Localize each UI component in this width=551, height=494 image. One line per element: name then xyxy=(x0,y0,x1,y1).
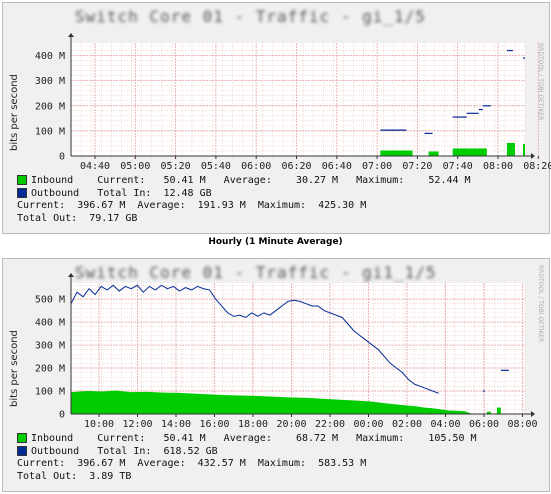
inbound-bar xyxy=(380,150,413,156)
x-tick-label: 04:40 xyxy=(80,161,110,172)
outbound-average: 191.93 M xyxy=(197,200,246,211)
legend-1: Inbound Current: 50.41 M Average: 30.27 … xyxy=(17,175,471,224)
x-tick-label: 06:40 xyxy=(322,161,352,172)
legend-inbound-label: Inbound xyxy=(31,175,74,186)
y-tick-label: 100 M xyxy=(35,126,65,137)
y-axis-arrow xyxy=(68,273,74,277)
outbound-maximum: 583.53 M xyxy=(318,458,367,469)
y-tick-label: 400 M xyxy=(35,51,65,62)
outbound-current: 396.67 M xyxy=(77,458,126,469)
outbound-total-in: 618.52 GB xyxy=(163,445,218,457)
legend-outbound-label: Outbound xyxy=(31,445,80,457)
inbound-swatch xyxy=(17,175,27,185)
x-tick-label: 12:00 xyxy=(122,419,152,430)
outbound-maximum: 425.30 M xyxy=(318,200,367,211)
y-tick-label: 300 M xyxy=(35,341,65,352)
y-tick-label: 100 M xyxy=(35,387,65,398)
x-tick-label: 06:20 xyxy=(281,161,311,172)
plot-area xyxy=(71,43,525,156)
inbound-bar xyxy=(452,148,487,156)
x-tick-label: 07:20 xyxy=(402,161,432,172)
legend-2: Inbound Current: 50.41 M Average: 68.72 … xyxy=(17,433,477,482)
y-axis-arrow xyxy=(68,33,74,37)
legend-inbound-label: Inbound xyxy=(31,433,74,444)
outbound-swatch xyxy=(17,187,27,198)
x-tick-label: 18:00 xyxy=(238,419,268,430)
x-tick-label: 14:00 xyxy=(161,419,191,430)
x-tick-label: 05:00 xyxy=(120,161,150,172)
total-out: 79.17 GB xyxy=(89,212,138,224)
chart-caption: Hourly (1 Minute Average) xyxy=(208,237,343,247)
chart-panel-hourly: Switch Core 01 - Traffic - gi_1/5 bits p… xyxy=(2,2,551,234)
x-tick-label: 10:00 xyxy=(84,419,114,430)
x-tick-label: 07:40 xyxy=(443,161,473,172)
x-axis-arrow xyxy=(531,153,535,159)
inbound-bar xyxy=(496,407,501,414)
outbound-average: 432.57 M xyxy=(197,458,246,469)
inbound-bar xyxy=(428,151,439,156)
y-tick-label: 500 M xyxy=(35,295,65,306)
inbound-average: 30.27 M xyxy=(295,175,339,186)
x-tick-label: 20:00 xyxy=(276,419,306,430)
x-tick-label: 00:00 xyxy=(353,419,383,430)
y-tick-label: 400 M xyxy=(35,318,65,329)
legend-outbound-label: Outbound xyxy=(31,187,80,199)
inbound-maximum: 52.44 M xyxy=(428,175,471,186)
x-tick-label: 16:00 xyxy=(199,419,229,430)
x-tick-label: 07:00 xyxy=(362,161,392,172)
y-tick-label: 0 xyxy=(59,152,65,163)
y-tick-label: 200 M xyxy=(35,101,65,112)
inbound-maximum: 105.50 M xyxy=(428,433,477,444)
outbound-current: 396.67 M xyxy=(77,200,126,211)
x-tick-label: 08:20 xyxy=(523,161,551,172)
x-tick-label: 22:00 xyxy=(315,419,345,430)
outbound-total-in: 12.48 GB xyxy=(163,187,212,199)
inbound-bar xyxy=(506,142,515,156)
total-out: 3.89 TB xyxy=(89,470,132,482)
x-tick-label: 08:00 xyxy=(483,161,513,172)
x-tick-label: 08:00 xyxy=(507,419,537,430)
inbound-current: 50.41 M xyxy=(163,175,206,186)
inbound-swatch xyxy=(17,433,27,443)
x-axis-arrow xyxy=(531,411,535,417)
x-tick-label: 06:00 xyxy=(241,161,271,172)
inbound-current: 50.41 M xyxy=(163,433,206,444)
x-tick-label: 06:00 xyxy=(469,419,499,430)
x-tick-label: 02:00 xyxy=(392,419,422,430)
y-tick-label: 0 xyxy=(59,410,65,421)
outbound-swatch xyxy=(17,445,27,456)
chart-panel-daily: Switch Core 01 - Traffic - gi1_1/5 bits … xyxy=(2,258,550,492)
x-tick-label: 04:00 xyxy=(430,419,460,430)
x-tick-label: 05:20 xyxy=(161,161,191,172)
y-tick-label: 300 M xyxy=(35,76,65,87)
y-tick-label: 200 M xyxy=(35,364,65,375)
inbound-average: 68.72 M xyxy=(295,433,339,444)
inbound-bar xyxy=(522,143,525,156)
x-tick-label: 05:40 xyxy=(201,161,231,172)
